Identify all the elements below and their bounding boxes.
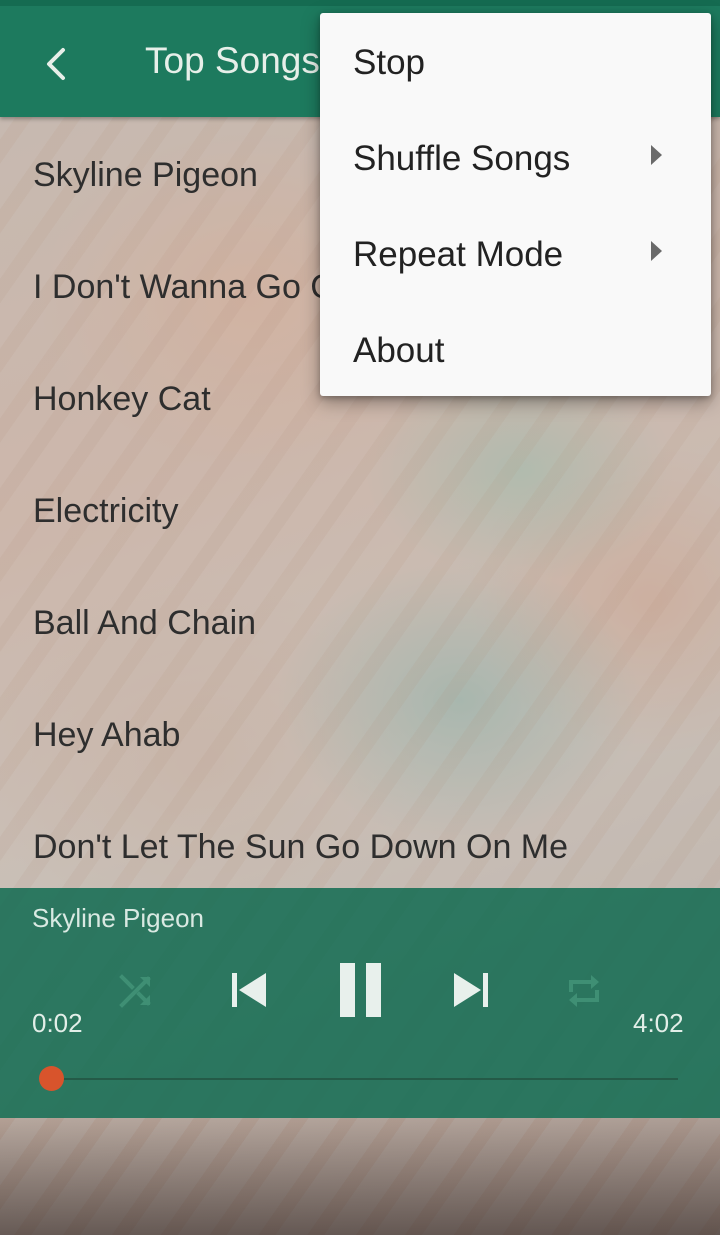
shuffle-button[interactable] xyxy=(113,968,159,1014)
back-button[interactable] xyxy=(28,36,84,92)
song-item[interactable]: Ball And Chain xyxy=(33,604,256,643)
now-playing-title: Skyline Pigeon xyxy=(32,903,204,933)
next-button[interactable] xyxy=(448,964,496,1016)
menu-item-label: Stop xyxy=(353,43,425,82)
menu-item-stop[interactable]: Stop xyxy=(320,15,711,111)
chevron-left-icon xyxy=(47,48,65,80)
overflow-menu: Stop Shuffle Songs Repeat Mode About xyxy=(320,13,711,396)
menu-item-label: Repeat Mode xyxy=(353,235,564,274)
pause-button[interactable] xyxy=(330,958,390,1022)
skip-next-icon xyxy=(454,973,488,1007)
page-title: Top Songs xyxy=(145,40,320,81)
repeat-button[interactable] xyxy=(561,968,607,1014)
player-panel: Skyline Pigeon 0:02 4:02 xyxy=(0,888,720,1118)
skip-previous-icon xyxy=(232,973,266,1007)
menu-item-label: About xyxy=(353,331,445,370)
menu-item-label: Shuffle Songs xyxy=(353,139,571,178)
status-bar-strip xyxy=(0,0,720,6)
shuffle-icon xyxy=(119,974,151,1008)
total-duration: 4:02 xyxy=(633,1008,684,1038)
submenu-arrow-icon xyxy=(651,241,662,261)
bottom-art-strip xyxy=(0,1118,720,1235)
pause-icon xyxy=(340,963,381,1017)
repeat-icon xyxy=(569,975,599,1007)
song-item[interactable]: Don't Let The Sun Go Down On Me xyxy=(33,828,568,867)
song-item[interactable]: Honkey Cat xyxy=(33,380,211,419)
seek-thumb[interactable] xyxy=(38,1066,64,1091)
song-item[interactable]: Hey Ahab xyxy=(33,716,180,755)
menu-item-shuffle-songs[interactable]: Shuffle Songs xyxy=(320,111,711,207)
song-item[interactable]: I Don't Wanna Go O xyxy=(33,268,337,307)
elapsed-time: 0:02 xyxy=(32,1008,83,1038)
menu-item-about[interactable]: About xyxy=(320,303,711,399)
song-item[interactable]: Electricity xyxy=(33,492,178,531)
previous-button[interactable] xyxy=(224,964,272,1016)
song-item[interactable]: Skyline Pigeon xyxy=(33,156,258,195)
seek-bar[interactable] xyxy=(46,1078,678,1080)
submenu-arrow-icon xyxy=(651,145,662,165)
menu-item-repeat-mode[interactable]: Repeat Mode xyxy=(320,207,711,303)
